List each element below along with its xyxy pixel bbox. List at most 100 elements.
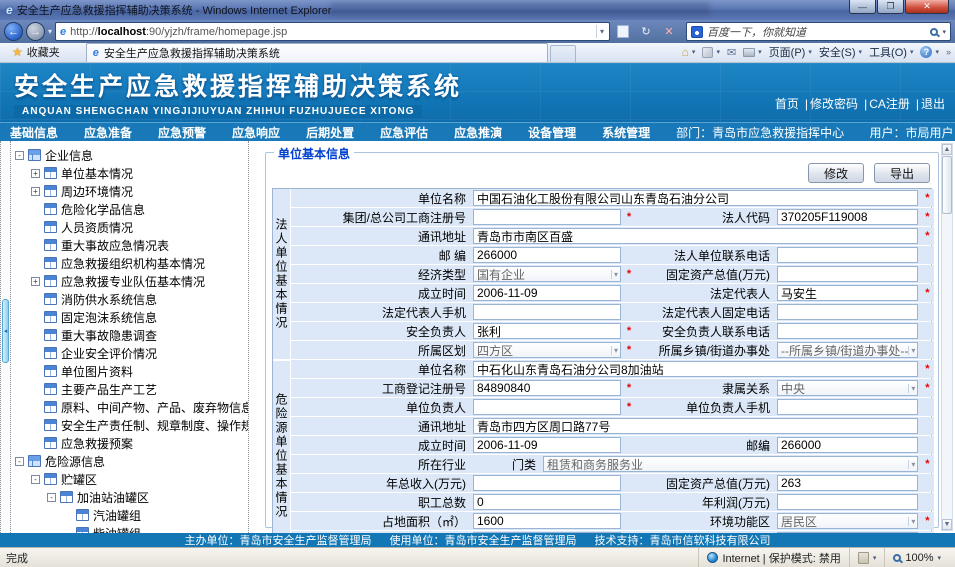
tree-item[interactable]: 企业安全评价情况 [15,344,246,362]
browser-tab-active[interactable]: e 安全生产应急救援指挥辅助决策系统 [86,43,548,62]
tree-item-label[interactable]: 人员资质情况 [61,219,133,236]
tree-item-label[interactable]: 企业安全评价情况 [61,345,157,362]
expand-icon[interactable]: + [31,187,40,196]
top-link-3[interactable]: 退出 [921,97,945,111]
minimize-button[interactable]: — [849,0,876,14]
tree-item-label[interactable]: 重大事故隐患调查 [61,327,157,344]
field-input[interactable] [777,304,918,320]
collapse-icon[interactable]: - [15,457,24,466]
expand-icon[interactable]: + [31,169,40,178]
tree-item-label[interactable]: 单位基本情况 [61,165,133,182]
field-input[interactable] [473,285,621,301]
tree-item[interactable]: -贮罐区 [15,470,246,488]
tree-item[interactable]: 危险化学品信息 [15,200,246,218]
chevron-down-icon[interactable]: ▾ [908,517,915,526]
tree-item-label[interactable]: 应急救援专业队伍基本情况 [61,273,205,290]
field-input[interactable] [473,361,918,377]
field-select[interactable]: --所属乡镇/街道办事处--▾ [777,342,918,358]
print-button[interactable]: ▾ [743,48,762,57]
field-input[interactable] [473,190,918,206]
close-button[interactable]: ✕ [905,0,949,14]
maximize-button[interactable]: ❐ [877,0,904,14]
field-input[interactable] [777,285,918,301]
tree-item[interactable]: 柴油罐组 [15,524,246,533]
tree-item-label[interactable]: 重大事故应急情况表 [61,237,169,254]
field-input[interactable] [473,418,918,434]
zoom-control[interactable]: 100% ▾ [884,548,949,567]
tree-item-label[interactable]: 危险化学品信息 [61,201,145,218]
collapse-icon[interactable]: - [31,475,40,484]
tree-item[interactable]: + 单位基本情况 [15,164,246,182]
tools-menu[interactable]: 工具(O)▾ [869,44,913,60]
field-input[interactable] [473,380,621,396]
search-provider-dropdown-icon[interactable]: ▾ [942,28,946,36]
history-dropdown-icon[interactable]: ▾ [48,27,52,36]
field-select[interactable]: 国有企业▾ [473,266,621,282]
tree-item[interactable]: -企业信息 [15,146,246,164]
tree-item-label[interactable]: 固定泡沫系统信息 [61,309,157,326]
field-input[interactable] [473,247,621,263]
compatibility-view-icon[interactable] [613,22,633,41]
tree-item[interactable]: +周边环境情况 [15,182,246,200]
nav-item-7[interactable]: 设备管理 [528,124,576,141]
nav-item-8[interactable]: 系统管理 [602,124,650,141]
chevron-down-icon[interactable]: ▾ [611,346,618,355]
tree-item-label[interactable]: 消防供水系统信息 [61,291,157,308]
field-input[interactable] [473,532,621,533]
tree-item-label[interactable]: 应急救援预案 [61,435,133,452]
tree-item[interactable]: 应急救援预案 [15,434,246,452]
tree-item-label[interactable]: 应急救援组织机构基本情况 [61,255,205,272]
tree-item[interactable]: -加油站油罐区 [15,488,246,506]
tree-item[interactable]: 人员资质情况 [15,218,246,236]
nav-item-6[interactable]: 应急推演 [454,124,502,141]
export-button[interactable]: 导出 [874,163,930,183]
field-input[interactable] [777,266,918,282]
scroll-down-icon[interactable]: ▼ [942,519,952,530]
tree-item-label[interactable]: 安全生产责任制、规章制度、操作规程信息 [61,417,248,434]
nav-item-1[interactable]: 应急准备 [84,124,132,141]
new-tab-button[interactable] [550,45,576,62]
overflow-chevron-icon[interactable]: » [946,47,951,57]
tree-item[interactable]: 安全生产责任制、规章制度、操作规程信息 [15,416,246,434]
tree-item-label[interactable]: 危险源信息 [45,453,105,470]
protected-mode-button[interactable]: ▾ [849,548,885,567]
field-input[interactable] [473,323,621,339]
field-input[interactable] [473,209,621,225]
feeds-button[interactable]: ▾ [702,47,720,58]
field-input[interactable] [473,494,621,510]
top-link-2[interactable]: CA注册 [869,97,910,111]
nav-item-4[interactable]: 后期处置 [306,124,354,141]
mail-button[interactable]: ✉ [727,46,736,59]
address-dropdown-icon[interactable]: ▾ [596,25,607,38]
splitter-collapse-handle[interactable]: ◂ [2,299,9,363]
field-input[interactable] [777,437,918,453]
content-scrollbar[interactable]: ▲ ▼ [941,143,953,531]
favorites-button[interactable]: ★ 收藏夹 [4,42,68,62]
refresh-button[interactable]: ↻ [636,22,656,41]
tree-item[interactable]: 汽油罐组 [15,506,246,524]
back-button[interactable]: ← [4,22,23,41]
forward-button[interactable]: → [26,22,45,41]
chevron-down-icon[interactable]: ▾ [908,346,915,355]
field-input[interactable] [473,475,621,491]
tree-item[interactable]: 应急救援组织机构基本情况 [15,254,246,272]
nav-item-5[interactable]: 应急评估 [380,124,428,141]
modify-button[interactable]: 修改 [808,163,864,183]
field-select[interactable]: 中央▾ [777,380,918,396]
tree-item[interactable]: 固定泡沫系统信息 [15,308,246,326]
tree-item[interactable]: 重大事故隐患调查 [15,326,246,344]
tree-item-label[interactable]: 柴油罐组 [93,525,141,534]
field-input[interactable] [777,323,918,339]
field-select[interactable]: 居民区▾ [777,513,918,529]
field-input[interactable] [777,494,918,510]
nav-item-0[interactable]: 基础信息 [10,124,58,141]
field-select[interactable]: 四方区▾ [473,342,621,358]
tree-item[interactable]: 原料、中间产物、产品、废弃物信息 [15,398,246,416]
search-input[interactable]: 百度一下，你就知道 [707,24,926,40]
scrollbar-thumb[interactable] [942,156,952,214]
tree-item-label[interactable]: 企业信息 [45,147,93,164]
tree-item-label[interactable]: 原料、中间产物、产品、废弃物信息 [61,399,248,416]
chevron-down-icon[interactable]: ▾ [908,460,915,469]
tree-item-label[interactable]: 单位图片资料 [61,363,133,380]
tree-item-label[interactable]: 汽油罐组 [93,507,141,524]
